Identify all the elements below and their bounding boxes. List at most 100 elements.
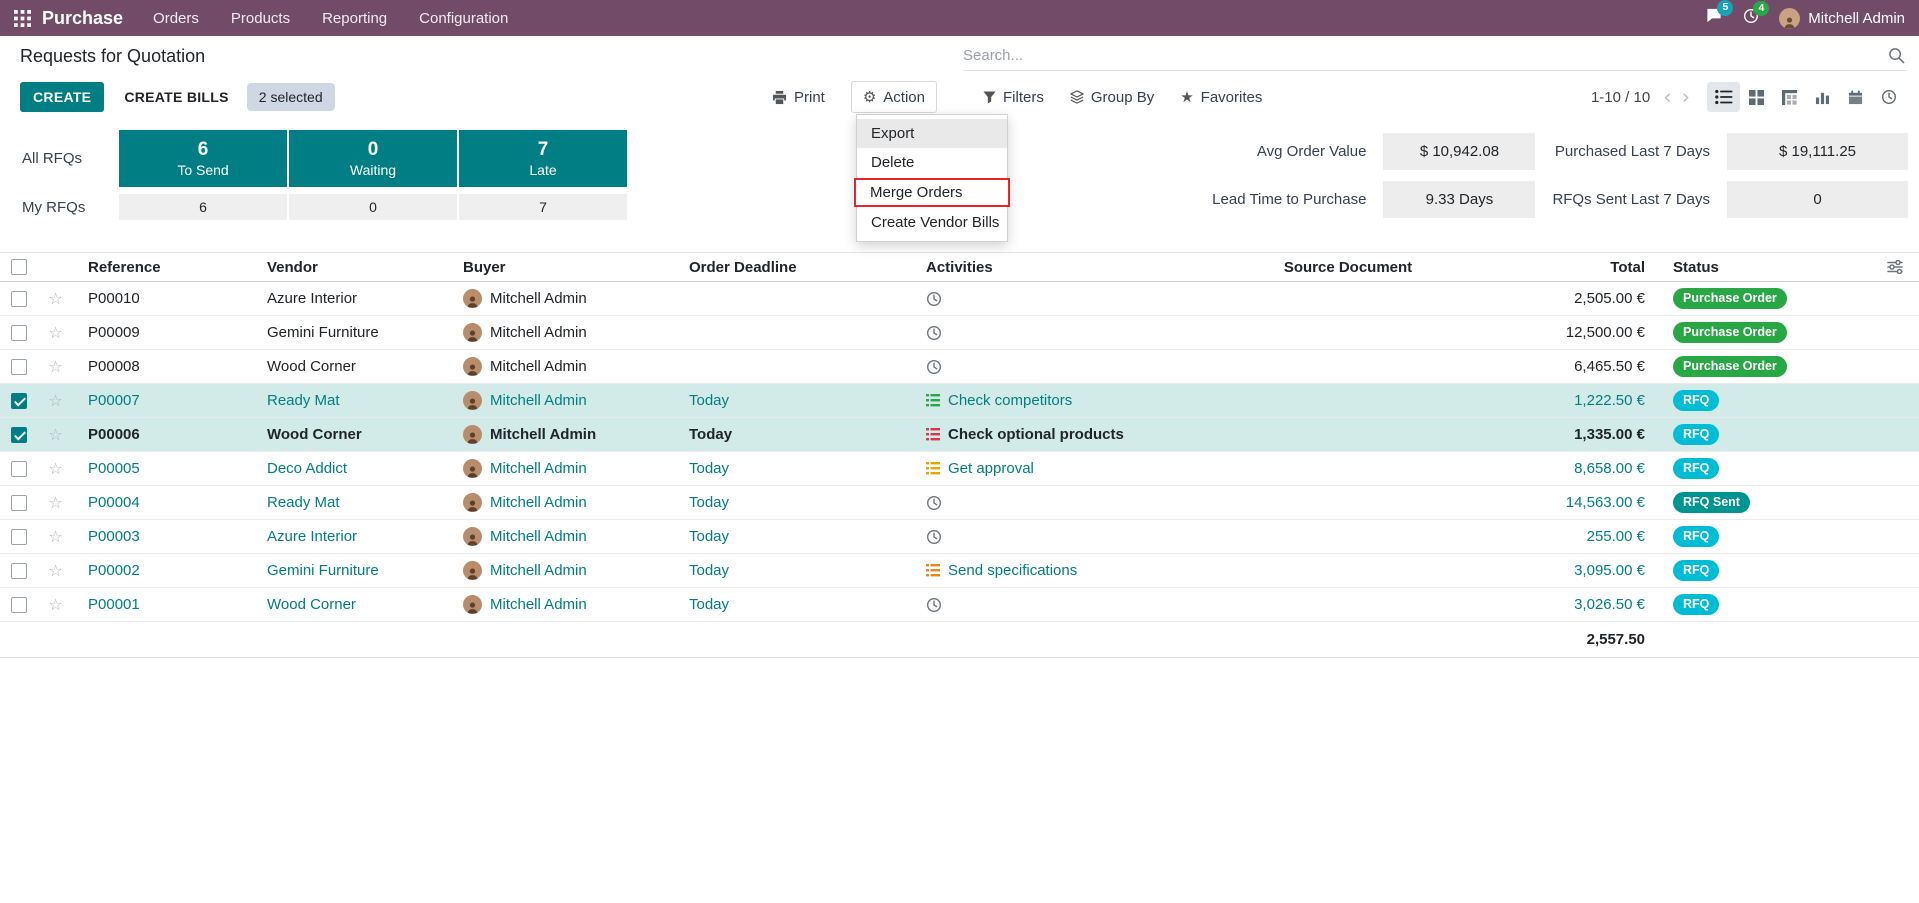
column-header-deadline[interactable]: Order Deadline bbox=[675, 259, 912, 276]
table-row[interactable]: ☆ P00005 Deco Addict Mitchell Admin Today Get… bbox=[0, 452, 1919, 486]
activity-clock-icon[interactable] bbox=[926, 529, 942, 545]
favorite-star-icon[interactable]: ☆ bbox=[48, 561, 62, 580]
rfq-filter-to-send[interactable]: 6 To Send bbox=[119, 130, 287, 187]
activities-cell[interactable] bbox=[912, 325, 1219, 341]
column-header-source[interactable]: Source Document bbox=[1219, 259, 1463, 276]
activities-cell[interactable] bbox=[912, 359, 1219, 375]
select-all-checkbox[interactable] bbox=[10, 259, 27, 275]
table-row[interactable]: ☆ P00002 Gemini Furniture Mitchell Admin Tod… bbox=[0, 554, 1919, 588]
table-row[interactable]: ☆ P00007 Ready Mat Mitchell Admin Today Check… bbox=[0, 384, 1919, 418]
column-header-ref[interactable]: Reference bbox=[74, 259, 253, 276]
favorite-star-icon[interactable]: ☆ bbox=[48, 493, 62, 512]
row-checkbox[interactable] bbox=[10, 290, 27, 307]
app-name[interactable]: Purchase bbox=[42, 8, 123, 29]
reference-cell[interactable]: P00010 bbox=[74, 290, 253, 307]
view-switch-list[interactable] bbox=[1707, 82, 1740, 112]
activities-cell[interactable]: Get approval bbox=[912, 460, 1219, 477]
row-checkbox[interactable] bbox=[10, 324, 27, 341]
user-menu[interactable]: Mitchell Admin bbox=[1779, 7, 1905, 29]
reference-cell[interactable]: P00003 bbox=[74, 528, 253, 545]
topbar-menu-orders[interactable]: Orders bbox=[153, 10, 199, 27]
table-row[interactable]: ☆ P00009 Gemini Furniture Mitchell Admin 12,… bbox=[0, 316, 1919, 350]
table-row[interactable]: ☆ P00006 Wood Corner Mitchell Admin Today Che… bbox=[0, 418, 1919, 452]
activities-cell[interactable]: Check competitors bbox=[912, 392, 1219, 409]
table-row[interactable]: ☆ P00004 Ready Mat Mitchell Admin Today 14,56… bbox=[0, 486, 1919, 520]
my-rfq-count[interactable]: 6 bbox=[119, 194, 287, 220]
action-menu-item[interactable]: Export bbox=[857, 119, 1007, 148]
favorite-star-icon[interactable]: ☆ bbox=[48, 425, 62, 444]
column-header-buyer[interactable]: Buyer bbox=[449, 259, 675, 276]
apps-grid-icon[interactable] bbox=[14, 9, 31, 27]
rfq-filter-waiting[interactable]: 0 Waiting bbox=[289, 130, 457, 187]
view-switch-graph[interactable] bbox=[1806, 82, 1839, 112]
my-rfq-count[interactable]: 7 bbox=[459, 194, 627, 220]
activities-cell[interactable] bbox=[912, 291, 1219, 307]
favorites-button[interactable]: ★ Favorites bbox=[1180, 88, 1262, 106]
activity-clock-icon[interactable] bbox=[926, 597, 942, 613]
reference-cell[interactable]: P00008 bbox=[74, 358, 253, 375]
row-checkbox[interactable] bbox=[10, 426, 27, 443]
messages-icon[interactable]: 5 bbox=[1705, 0, 1734, 29]
my-rfq-count[interactable]: 0 bbox=[289, 194, 457, 220]
favorite-star-icon[interactable]: ☆ bbox=[48, 391, 62, 410]
create-bills-button[interactable]: CREATE BILLS bbox=[124, 89, 228, 105]
row-checkbox[interactable] bbox=[10, 562, 27, 579]
view-switch-calendar[interactable] bbox=[1839, 82, 1872, 112]
column-header-activities[interactable]: Activities bbox=[912, 259, 1219, 276]
favorite-star-icon[interactable]: ☆ bbox=[48, 459, 62, 478]
activities-cell[interactable] bbox=[912, 597, 1219, 613]
print-button[interactable]: Print bbox=[772, 89, 825, 106]
favorite-star-icon[interactable]: ☆ bbox=[48, 323, 62, 342]
activity-clock-icon[interactable] bbox=[926, 291, 942, 307]
action-button[interactable]: ⚙ Action bbox=[850, 81, 937, 113]
view-switch-activity[interactable] bbox=[1872, 82, 1905, 112]
rfq-filter-late[interactable]: 7 Late bbox=[459, 130, 627, 187]
action-menu-item[interactable]: Create Vendor Bills bbox=[857, 208, 1007, 237]
favorite-star-icon[interactable]: ☆ bbox=[48, 357, 62, 376]
reference-cell[interactable]: P00009 bbox=[74, 324, 253, 341]
pager-next-icon[interactable]: › bbox=[1677, 86, 1695, 108]
row-checkbox[interactable] bbox=[10, 528, 27, 545]
row-checkbox[interactable] bbox=[10, 358, 27, 375]
activities-cell[interactable] bbox=[912, 529, 1219, 545]
view-switch-kanban[interactable] bbox=[1740, 82, 1773, 112]
activities-cell[interactable]: Check optional products bbox=[912, 426, 1219, 443]
pager-previous-icon[interactable]: ‹ bbox=[1658, 86, 1676, 108]
reference-cell[interactable]: P00005 bbox=[74, 460, 253, 477]
favorite-star-icon[interactable]: ☆ bbox=[48, 595, 62, 614]
reference-cell[interactable]: P00002 bbox=[74, 562, 253, 579]
optional-columns-icon[interactable] bbox=[1886, 260, 1903, 274]
row-checkbox[interactable] bbox=[10, 460, 27, 477]
reference-cell[interactable]: P00001 bbox=[74, 596, 253, 613]
activity-clock-icon[interactable] bbox=[926, 325, 942, 341]
column-header-vendor[interactable]: Vendor bbox=[253, 259, 449, 276]
view-switch-pivot[interactable] bbox=[1773, 82, 1806, 112]
create-button[interactable]: CREATE bbox=[20, 82, 105, 112]
row-checkbox[interactable] bbox=[10, 392, 27, 409]
row-checkbox[interactable] bbox=[10, 596, 27, 613]
column-header-total[interactable]: Total bbox=[1463, 259, 1659, 276]
activities-icon[interactable]: 4 bbox=[1743, 0, 1770, 29]
activity-clock-icon[interactable] bbox=[926, 495, 942, 511]
reference-cell[interactable]: P00007 bbox=[74, 392, 253, 409]
activities-cell[interactable] bbox=[912, 495, 1219, 511]
column-header-status[interactable]: Status bbox=[1659, 259, 1870, 276]
activity-clock-icon[interactable] bbox=[926, 359, 942, 375]
favorite-star-icon[interactable]: ☆ bbox=[48, 289, 62, 308]
topbar-menu-reporting[interactable]: Reporting bbox=[322, 10, 387, 27]
topbar-menu-configuration[interactable]: Configuration bbox=[419, 10, 508, 27]
group-by-button[interactable]: Group By bbox=[1070, 89, 1154, 106]
favorite-star-icon[interactable]: ☆ bbox=[48, 527, 62, 546]
activities-cell[interactable]: Send specifications bbox=[912, 562, 1219, 579]
filters-button[interactable]: Filters bbox=[983, 89, 1044, 106]
action-menu-item[interactable]: Merge Orders bbox=[854, 178, 1010, 207]
table-row[interactable]: ☆ P00010 Azure Interior Mitchell Admin 2,505… bbox=[0, 282, 1919, 316]
search-icon[interactable] bbox=[1886, 47, 1907, 64]
table-row[interactable]: ☆ P00001 Wood Corner Mitchell Admin Today 3,0… bbox=[0, 588, 1919, 622]
action-menu-item[interactable]: Delete bbox=[857, 148, 1007, 177]
reference-cell[interactable]: P00006 bbox=[74, 426, 253, 443]
table-row[interactable]: ☆ P00003 Azure Interior Mitchell Admin Today… bbox=[0, 520, 1919, 554]
topbar-menu-products[interactable]: Products bbox=[231, 10, 290, 27]
table-row[interactable]: ☆ P00008 Wood Corner Mitchell Admin 6,465.50… bbox=[0, 350, 1919, 384]
row-checkbox[interactable] bbox=[10, 494, 27, 511]
